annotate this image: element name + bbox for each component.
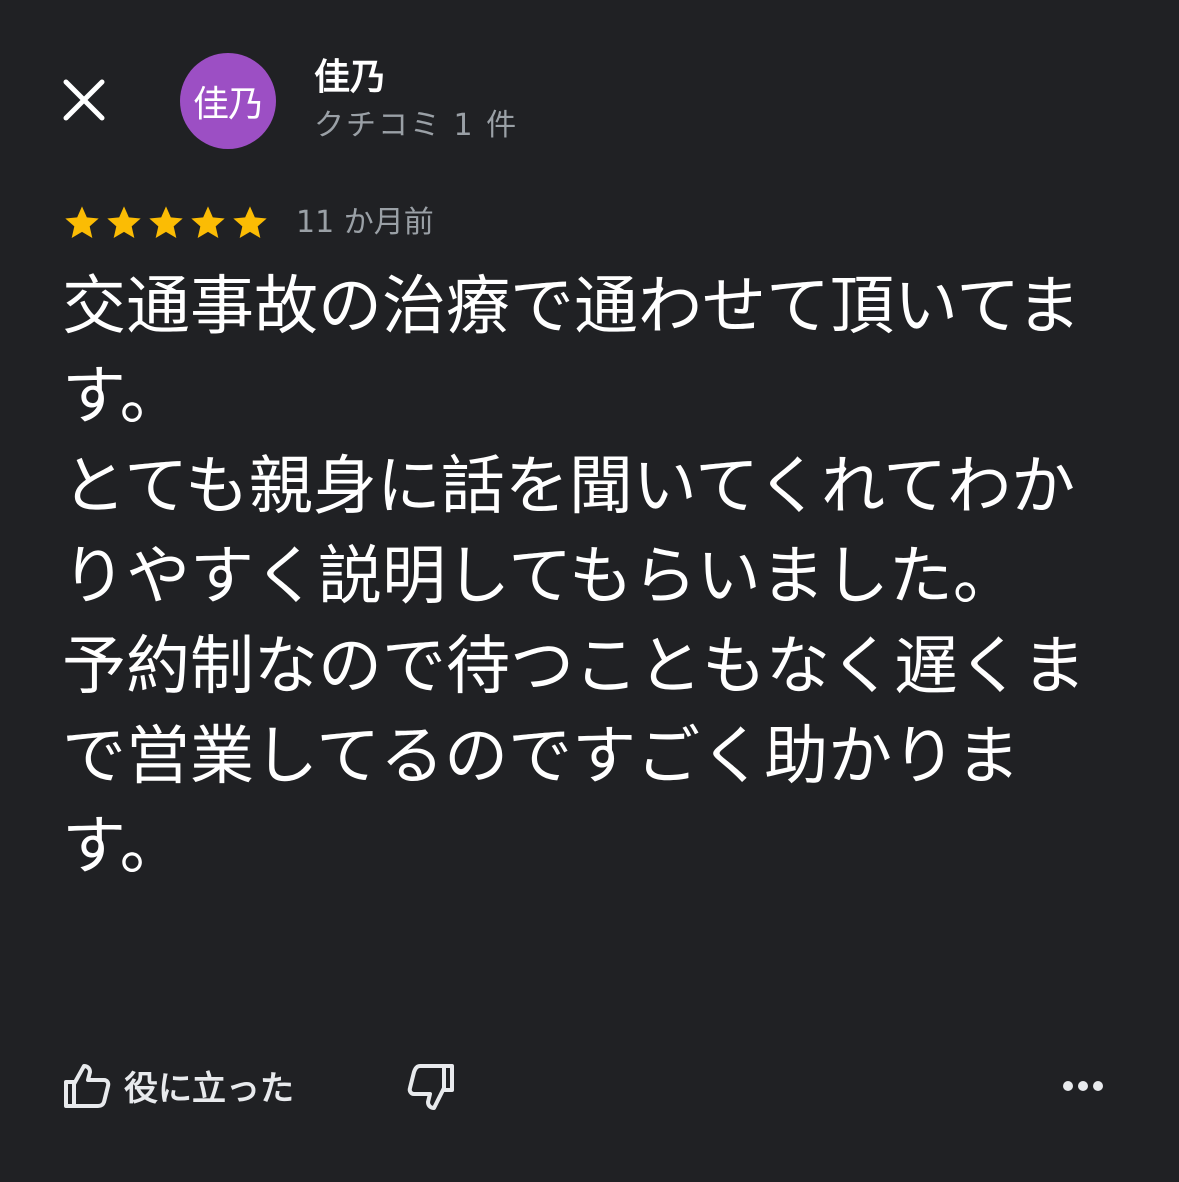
star-icon [149,206,183,238]
not-helpful-button[interactable] [402,1060,458,1116]
star-rating [62,203,272,243]
thumbs-down-icon [407,1064,454,1110]
star-icon [107,206,141,238]
thumbs-up-icon [64,1064,111,1108]
more-options-button[interactable] [1058,1066,1108,1106]
star-icon [233,206,267,238]
rating-row: 11 か月前 [62,203,434,243]
review-text: 交通事故の治療で通わせて頂いてます。 とても親身に話を聞いてくれてわかりやすく説… [62,270,1086,884]
more-icon [1063,1081,1103,1091]
star-icon [191,206,225,238]
close-icon [63,79,105,121]
review-count: クチコミ 1 件 [314,108,519,143]
helpful-label: 役に立った [124,1068,294,1109]
helpful-button[interactable]: 役に立った [62,1060,294,1110]
star-icon [65,206,99,238]
review-date: 11 か月前 [296,205,434,240]
close-button[interactable] [56,72,112,128]
review-actions: 役に立った [0,1050,1179,1120]
reviewer-name[interactable]: 佳乃 [314,56,386,100]
avatar[interactable]: 佳乃 [180,53,276,149]
